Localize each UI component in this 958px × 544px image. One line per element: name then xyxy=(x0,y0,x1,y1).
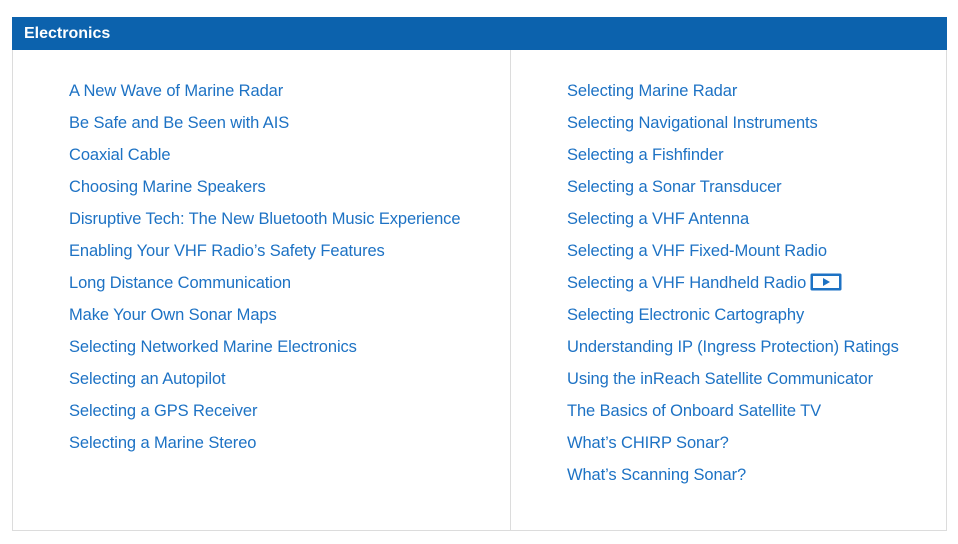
article-link[interactable]: Selecting a Sonar Transducer xyxy=(567,178,782,196)
list-item: Make Your Own Sonar Maps xyxy=(69,302,460,334)
list-item: Using the inReach Satellite Communicator xyxy=(567,366,899,398)
column-divider xyxy=(510,50,511,531)
article-link[interactable]: Selecting Networked Marine Electronics xyxy=(69,338,357,356)
article-link[interactable]: Selecting an Autopilot xyxy=(69,370,226,388)
list-item: Selecting Navigational Instruments xyxy=(567,110,899,142)
article-link[interactable]: Selecting a VHF Fixed-Mount Radio xyxy=(567,242,827,260)
list-item: What’s CHIRP Sonar? xyxy=(567,430,899,462)
article-link[interactable]: Selecting a Marine Stereo xyxy=(69,434,256,452)
list-item: Selecting a VHF Handheld Radio xyxy=(567,270,899,302)
article-link[interactable]: Choosing Marine Speakers xyxy=(69,178,266,196)
list-item: Selecting an Autopilot xyxy=(69,366,460,398)
list-item: Choosing Marine Speakers xyxy=(69,174,460,206)
electronics-panel: Electronics A New Wave of Marine Radar B… xyxy=(12,17,947,531)
article-link[interactable]: Using the inReach Satellite Communicator xyxy=(567,370,873,388)
article-link[interactable]: Selecting a GPS Receiver xyxy=(69,402,257,420)
article-link[interactable]: The Basics of Onboard Satellite TV xyxy=(567,402,821,420)
left-link-list: A New Wave of Marine Radar Be Safe and B… xyxy=(69,78,461,462)
list-item: Selecting a Marine Stereo xyxy=(69,430,460,462)
article-link[interactable]: Selecting a Fishfinder xyxy=(567,146,724,164)
list-item: Coaxial Cable xyxy=(69,142,460,174)
article-link[interactable]: What’s CHIRP Sonar? xyxy=(567,434,729,452)
article-link[interactable]: Selecting a VHF Handheld Radio xyxy=(567,274,806,292)
article-link[interactable]: A New Wave of Marine Radar xyxy=(69,82,283,100)
article-link[interactable]: Selecting a VHF Antenna xyxy=(567,210,749,228)
list-item: What’s Scanning Sonar? xyxy=(567,462,899,494)
list-item: Long Distance Communication xyxy=(69,270,460,302)
article-link[interactable]: Make Your Own Sonar Maps xyxy=(69,306,277,324)
list-item: Selecting a VHF Fixed-Mount Radio xyxy=(567,238,899,270)
list-item: Selecting a Fishfinder xyxy=(567,142,899,174)
list-item: Selecting Electronic Cartography xyxy=(567,302,899,334)
list-item: Be Safe and Be Seen with AIS xyxy=(69,110,460,142)
list-item: Selecting a VHF Antenna xyxy=(567,206,899,238)
list-item: Selecting Marine Radar xyxy=(567,78,899,110)
list-item: Disruptive Tech: The New Bluetooth Music… xyxy=(69,206,461,238)
article-link[interactable]: Selecting Electronic Cartography xyxy=(567,306,804,324)
article-link[interactable]: What’s Scanning Sonar? xyxy=(567,466,746,484)
right-link-list: Selecting Marine Radar Selecting Navigat… xyxy=(567,78,899,494)
article-link[interactable]: Understanding IP (Ingress Protection) Ra… xyxy=(567,338,899,356)
list-item: Enabling Your VHF Radio’s Safety Feature… xyxy=(69,238,460,270)
article-link[interactable]: Disruptive Tech: The New Bluetooth Music… xyxy=(69,210,461,228)
list-item: Understanding IP (Ingress Protection) Ra… xyxy=(567,334,899,366)
list-item: A New Wave of Marine Radar xyxy=(69,78,460,110)
list-item: Selecting Networked Marine Electronics xyxy=(69,334,460,366)
article-link[interactable]: Long Distance Communication xyxy=(69,274,291,292)
list-item: Selecting a GPS Receiver xyxy=(69,398,460,430)
video-play-icon[interactable] xyxy=(810,273,842,291)
article-link[interactable]: Coaxial Cable xyxy=(69,146,171,164)
list-item: Selecting a Sonar Transducer xyxy=(567,174,899,206)
panel-title: Electronics xyxy=(12,17,947,50)
article-link[interactable]: Selecting Marine Radar xyxy=(567,82,737,100)
article-link[interactable]: Be Safe and Be Seen with AIS xyxy=(69,114,289,132)
article-link[interactable]: Selecting Navigational Instruments xyxy=(567,114,818,132)
article-link[interactable]: Enabling Your VHF Radio’s Safety Feature… xyxy=(69,242,385,260)
list-item: The Basics of Onboard Satellite TV xyxy=(567,398,899,430)
